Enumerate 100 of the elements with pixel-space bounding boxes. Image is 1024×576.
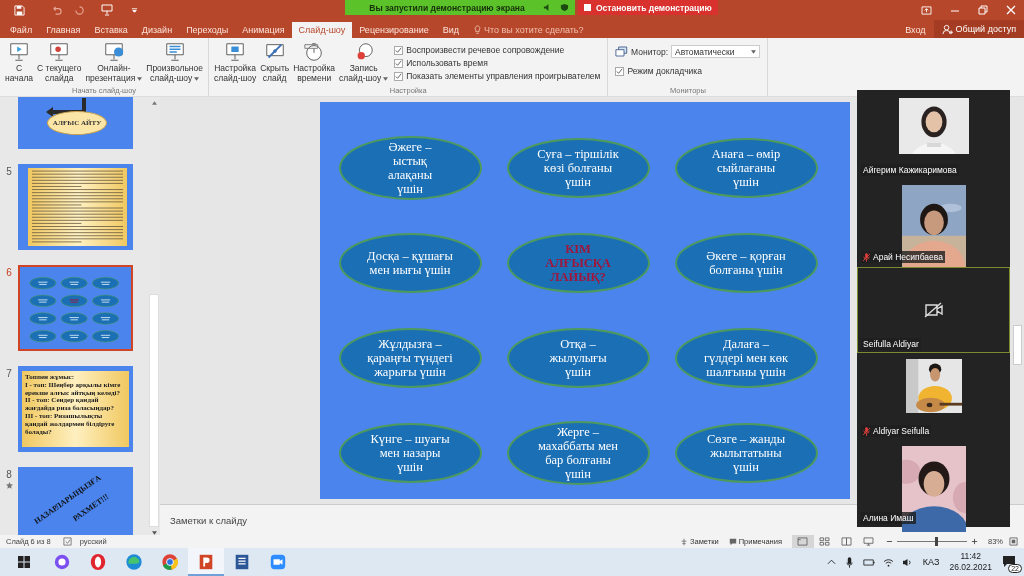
chevron-up-icon[interactable] <box>826 559 836 565</box>
video-tile[interactable]: Seifulla Aldiyar <box>857 267 1010 353</box>
participant-name: Айгерим Кажикаримова <box>863 165 957 175</box>
monitor-dropdown[interactable]: Автоматически <box>671 45 761 58</box>
camera-off-icon <box>923 302 944 318</box>
sign-in-link[interactable]: Вход <box>905 22 926 38</box>
save-icon[interactable] <box>14 4 25 16</box>
checkbox[interactable] <box>394 58 404 68</box>
shield-icon[interactable] <box>560 3 569 12</box>
clock-time[interactable]: 11:42 <box>960 551 982 562</box>
banner-text: Вы запустили демонстрацию экрана <box>368 2 526 13</box>
caret-icon <box>383 76 389 81</box>
spellcheck-icon[interactable] <box>62 537 72 546</box>
notification-icon[interactable] <box>1002 555 1016 567</box>
participant-name: Алина Имаш <box>863 513 914 523</box>
ribbon-tab[interactable]: Анимация <box>235 22 292 38</box>
undo-icon[interactable] <box>51 4 62 16</box>
ribbon-button[interactable]: С начала <box>3 40 36 86</box>
ribbon-button[interactable]: С текущего слайда <box>35 40 84 86</box>
zoom-in-icon[interactable] <box>971 538 978 545</box>
video-tile[interactable]: Айгерим Кажикаримова <box>857 93 1010 179</box>
oval-shape: Досқа – құшағы мен иығы үшін <box>338 232 482 293</box>
ribbon-tab[interactable]: Главная <box>39 22 88 38</box>
ribbon-button[interactable]: Запись слайд-шоу <box>337 40 391 86</box>
oval-shape: Анаға – өмір сыйлағаны үшін <box>674 137 818 198</box>
ribbon-tab[interactable]: Переходы <box>179 22 236 38</box>
microphone-icon[interactable] <box>845 556 853 568</box>
ribbon-tab[interactable]: Вид <box>435 22 467 38</box>
scrollbar-thumb[interactable] <box>149 294 159 527</box>
search-field[interactable]: Что вы хотите сделать? <box>484 25 595 35</box>
monitor-label: Монитор: <box>631 46 668 57</box>
caret-icon <box>194 76 200 81</box>
slideshow-icon[interactable] <box>101 4 113 16</box>
zoom-out-icon[interactable] <box>886 538 893 545</box>
screen-globe-icon <box>102 41 125 63</box>
checkbox[interactable] <box>615 66 625 76</box>
checkbox-label: Режим докладчика <box>627 66 702 76</box>
windows-start-icon[interactable] <box>18 556 30 568</box>
comment-icon <box>728 537 737 546</box>
redo-icon[interactable] <box>74 4 85 16</box>
video-tile[interactable]: Арай Несипбаева <box>857 180 1010 266</box>
video-tile[interactable]: Алина Имаш <box>857 441 1010 527</box>
ribbon-button[interactable]: Настройка слайд-шоу <box>212 40 259 86</box>
keyboard-language[interactable]: КАЗ <box>922 557 940 567</box>
person-add-icon <box>941 23 953 35</box>
scrollbar-thumb[interactable] <box>1012 325 1022 365</box>
ribbon-tab[interactable]: Рецензирование <box>352 22 436 38</box>
caret-icon <box>137 76 143 81</box>
customize-caret-icon[interactable] <box>131 6 138 14</box>
slide-number: 7 <box>6 368 12 379</box>
wifi-icon[interactable] <box>882 557 894 567</box>
oval-shape: Отқа – жылулығы үшін <box>506 327 650 388</box>
lightbulb-icon <box>474 25 482 35</box>
share-button[interactable]: Общий доступ <box>933 20 1024 38</box>
ribbon-tab[interactable]: Вставка <box>87 22 135 38</box>
oval-shape: Суға – тіршілік көзі болғаны үшін <box>506 137 650 198</box>
oval-shape: Сөзге – жанды жылытатыны үшін <box>674 422 818 483</box>
slide-number: 5 <box>6 166 12 177</box>
screen-play-icon <box>8 41 31 63</box>
caret-icon <box>751 49 757 54</box>
slide-number: 6 <box>6 267 12 278</box>
ribbon-button[interactable]: Онлайн- презентация <box>83 40 145 86</box>
ribbon-button[interactable]: Скрыть слайд <box>258 40 292 86</box>
ribbon-display-icon[interactable] <box>921 5 932 15</box>
checkbox-label: Использовать время <box>406 58 488 68</box>
stop-icon <box>584 4 591 11</box>
clock-date[interactable]: 26.02.2021 <box>949 562 992 573</box>
participant-name: Seifulla Aldiyar <box>863 339 919 349</box>
oval-shape: Жұлдызға – қараңғы түндегі жарығы үшін <box>338 327 482 388</box>
ribbon-button[interactable]: Произвольное слайд-шоу <box>144 40 205 86</box>
checkbox[interactable] <box>394 71 404 81</box>
close-icon[interactable] <box>1006 5 1016 15</box>
screen-settings-icon <box>224 41 247 63</box>
ribbon-tab[interactable]: Дизайн <box>134 22 180 38</box>
screen-icon <box>48 41 71 63</box>
participant-name: Aldiyar Seifulla <box>873 426 930 436</box>
fit-slide-icon[interactable] <box>1009 537 1018 546</box>
oval-shape: КІМ АЛҒЫСҚА ЛАЙЫҚ? <box>506 232 650 293</box>
slide-number: 8 <box>6 469 12 480</box>
slide-thumbnail[interactable] <box>18 265 133 351</box>
checkbox-label: Воспроизвести речевое сопровождение <box>406 45 565 55</box>
notes-icon <box>680 537 688 546</box>
zoom-slider-thumb[interactable] <box>935 537 939 546</box>
ribbon-tab[interactable]: Файл <box>3 22 40 38</box>
monitor-icon <box>615 46 629 57</box>
notes-field[interactable]: Заметки к слайду <box>168 513 372 527</box>
ribbon-button[interactable]: Настройка времени <box>291 40 338 86</box>
screen-list-icon <box>163 41 186 63</box>
ribbon-tab[interactable]: Слайд-шоу <box>291 22 353 38</box>
oval-shape: Далаға – гүлдері мен көк шалғыны үшін <box>674 327 818 388</box>
oval-shape: Күнге – шуағы мен назары үшін <box>338 422 482 483</box>
battery-icon[interactable] <box>862 558 875 566</box>
scroll-up-icon[interactable] <box>151 101 157 105</box>
checkbox[interactable] <box>394 45 404 55</box>
stop-sharing-button[interactable]: Остановить демонстрацию <box>578 0 718 15</box>
presentation-app-icon[interactable] <box>188 548 224 576</box>
video-tile[interactable]: Aldiyar Seifulla <box>857 354 1010 440</box>
speaker-icon[interactable] <box>901 557 913 567</box>
slide-thumbnail[interactable] <box>18 164 133 250</box>
restore-icon[interactable] <box>978 5 988 15</box>
